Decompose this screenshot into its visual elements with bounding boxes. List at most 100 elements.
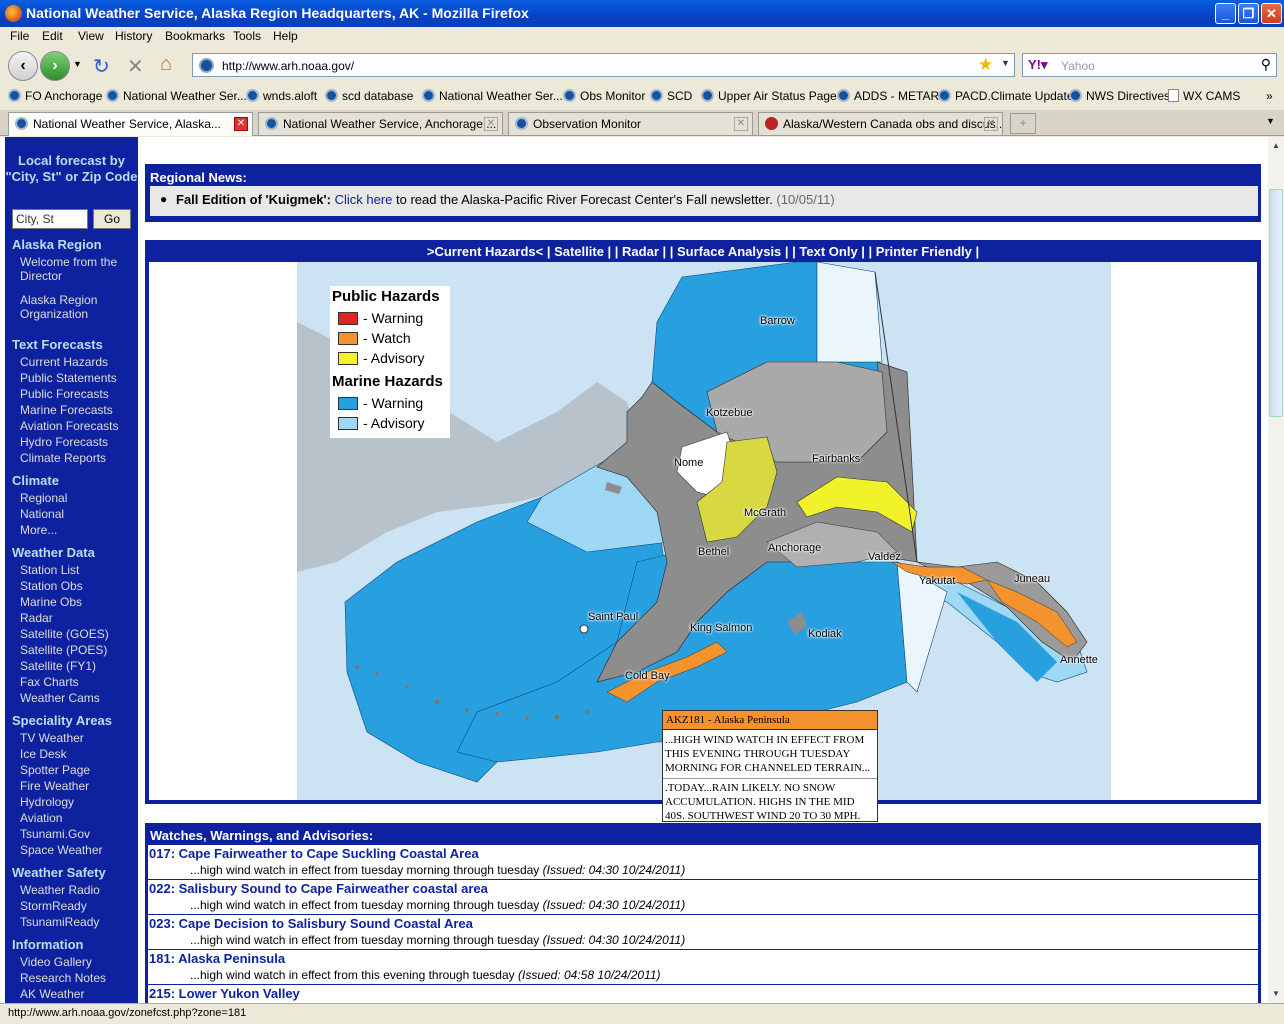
sidebar-link[interactable]: National bbox=[20, 507, 135, 521]
wwa-area-link[interactable]: 022: Salisbury Sound to Cape Fairweather… bbox=[149, 881, 488, 896]
sidebar-link[interactable]: Welcome from the Director bbox=[20, 255, 135, 283]
menu-edit[interactable]: Edit bbox=[42, 29, 63, 43]
tab-close-icon[interactable]: ✕ bbox=[734, 117, 748, 131]
sidebar-link[interactable]: AK Weather Information Line bbox=[20, 987, 135, 1003]
scroll-thumb[interactable] bbox=[1269, 189, 1283, 417]
scroll-up-icon[interactable]: ▲ bbox=[1269, 139, 1283, 153]
search-magnifier-icon[interactable]: ⚲ bbox=[1261, 56, 1271, 73]
wwa-area-link[interactable]: 181: Alaska Peninsula bbox=[149, 951, 285, 966]
sidebar-link[interactable]: Public Forecasts bbox=[20, 387, 135, 401]
forward-button[interactable]: › bbox=[40, 51, 70, 81]
sidebar-link[interactable]: Regional bbox=[20, 491, 135, 505]
city-input[interactable]: City, St bbox=[12, 209, 88, 229]
address-bar[interactable]: http://www.arh.noaa.gov/ ★ ▼ bbox=[192, 53, 1015, 77]
tab-close-icon[interactable]: ✕ bbox=[984, 117, 998, 131]
bookmark-label: Obs Monitor bbox=[580, 89, 646, 103]
stop-icon[interactable]: ✕ bbox=[127, 54, 144, 79]
menu-help[interactable]: Help bbox=[273, 29, 298, 43]
bookmark-item[interactable]: National Weather Ser... bbox=[422, 89, 563, 103]
sidebar-link[interactable]: Fire Weather bbox=[20, 779, 135, 793]
sidebar-link[interactable]: Current Hazards bbox=[20, 355, 135, 369]
menu-tools[interactable]: Tools bbox=[233, 29, 261, 43]
search-input[interactable]: Yahoo bbox=[1061, 59, 1095, 73]
bookmark-star-icon[interactable]: ★ bbox=[978, 55, 993, 75]
sidebar-link[interactable]: Research Notes bbox=[20, 971, 135, 985]
sidebar-link[interactable]: More... bbox=[20, 523, 135, 537]
bookmark-item[interactable]: NWS Directives bbox=[1069, 89, 1170, 103]
bookmark-item[interactable]: Upper Air Status Page bbox=[701, 89, 837, 103]
search-box[interactable]: Y!▾ Yahoo ⚲ bbox=[1022, 53, 1277, 77]
tab-list-icon[interactable]: ▼ bbox=[1266, 116, 1275, 126]
sidebar-link[interactable]: Radar bbox=[20, 611, 135, 625]
sidebar-link[interactable]: Station List bbox=[20, 563, 135, 577]
sidebar-link[interactable]: Station Obs bbox=[20, 579, 135, 593]
news-link[interactable]: Click here bbox=[335, 192, 393, 207]
tab-item[interactable]: National Weather Service, Anchorage ... … bbox=[258, 112, 503, 135]
wwa-area-link[interactable]: 023: Cape Decision to Salisbury Sound Co… bbox=[149, 916, 473, 931]
sidebar-link[interactable]: Marine Obs bbox=[20, 595, 135, 609]
page-scrollbar[interactable]: ▲ ▼ bbox=[1268, 137, 1284, 1003]
close-window-button[interactable]: ✕ bbox=[1261, 3, 1282, 24]
tab-close-icon[interactable]: ✕ bbox=[484, 117, 498, 131]
bookmark-item[interactable]: National Weather Ser... bbox=[106, 89, 247, 103]
wwa-area-link[interactable]: 017: Cape Fairweather to Cape Suckling C… bbox=[149, 846, 479, 861]
sidebar-link[interactable]: Marine Forecasts bbox=[20, 403, 135, 417]
url-text[interactable]: http://www.arh.noaa.gov/ bbox=[222, 59, 354, 73]
menu-view[interactable]: View bbox=[78, 29, 104, 43]
reload-icon[interactable]: ↻ bbox=[93, 54, 110, 79]
sidebar-link[interactable]: Fax Charts bbox=[20, 675, 135, 689]
go-button[interactable]: Go bbox=[93, 209, 131, 229]
bookmarks-overflow-icon[interactable]: » bbox=[1266, 89, 1273, 103]
place-label-saint-paul: Saint Paul bbox=[588, 611, 639, 623]
sidebar-link[interactable]: Satellite (GOES) bbox=[20, 627, 135, 641]
tab-item[interactable]: National Weather Service, Alaska... ✕ bbox=[8, 112, 253, 136]
bookmark-item[interactable]: wnds.aloft bbox=[246, 89, 317, 103]
menu-bookmarks[interactable]: Bookmarks bbox=[165, 29, 225, 43]
wwa-area-link[interactable]: 215: Lower Yukon Valley bbox=[149, 986, 300, 1001]
home-icon[interactable]: ⌂ bbox=[160, 53, 172, 76]
new-tab-button[interactable]: + bbox=[1010, 113, 1036, 134]
bookmark-item[interactable]: PACD.Climate Update bbox=[938, 89, 1074, 103]
url-dropdown-icon[interactable]: ▼ bbox=[1001, 58, 1010, 68]
sidebar-link[interactable]: Weather Cams bbox=[20, 691, 135, 705]
sidebar-link[interactable]: Satellite (POES) bbox=[20, 643, 135, 657]
sidebar-link[interactable]: Weather Radio bbox=[20, 883, 135, 897]
sidebar-link[interactable]: TsunamiReady bbox=[20, 915, 135, 929]
back-button[interactable]: ‹ bbox=[8, 51, 38, 81]
yahoo-icon[interactable]: Y!▾ bbox=[1028, 57, 1048, 73]
sidebar-link[interactable]: Climate Reports bbox=[20, 451, 135, 465]
tab-close-icon[interactable]: ✕ bbox=[234, 117, 248, 131]
sidebar-link[interactable]: Hydrology bbox=[20, 795, 135, 809]
sidebar-link[interactable]: Hydro Forecasts bbox=[20, 435, 135, 449]
tab-label: National Weather Service, Alaska... bbox=[33, 117, 221, 131]
sidebar-link[interactable]: Aviation bbox=[20, 811, 135, 825]
sidebar-link[interactable]: Space Weather bbox=[20, 843, 135, 857]
bookmark-item[interactable]: SCD bbox=[650, 89, 692, 103]
bookmark-icon bbox=[837, 89, 850, 102]
menu-history[interactable]: History bbox=[115, 29, 152, 43]
sidebar-link[interactable]: Public Statements bbox=[20, 371, 135, 385]
bookmark-item[interactable]: scd database bbox=[325, 89, 413, 103]
bookmark-item[interactable]: ADDS - METARs bbox=[837, 89, 945, 103]
menu-file[interactable]: File bbox=[10, 29, 29, 43]
bookmark-item[interactable]: Obs Monitor bbox=[563, 89, 645, 103]
map-view-links[interactable]: >Current Hazards< | Satellite | | Radar … bbox=[145, 244, 1261, 259]
maximize-button[interactable]: ❐ bbox=[1238, 3, 1259, 24]
sidebar-link[interactable]: Spotter Page bbox=[20, 763, 135, 777]
tab-item[interactable]: Observation Monitor ✕ bbox=[508, 112, 753, 135]
sidebar-link[interactable]: StormReady bbox=[20, 899, 135, 913]
sidebar-link[interactable]: Tsunami.Gov bbox=[20, 827, 135, 841]
sidebar-link[interactable]: Video Gallery bbox=[20, 955, 135, 969]
news-item-text: to read the Alaska-Pacific River Forecas… bbox=[396, 192, 773, 207]
bookmark-item[interactable]: FO Anchorage bbox=[8, 89, 102, 103]
tab-item[interactable]: Alaska/Western Canada obs and discus... … bbox=[758, 112, 1003, 135]
history-dropdown-icon[interactable]: ▼ bbox=[73, 59, 82, 69]
sidebar-link[interactable]: Aviation Forecasts bbox=[20, 419, 135, 433]
minimize-button[interactable]: _ bbox=[1215, 3, 1236, 24]
sidebar-link[interactable]: Alaska Region Organization bbox=[20, 293, 135, 321]
sidebar-link[interactable]: Satellite (FY1) bbox=[20, 659, 135, 673]
sidebar-link[interactable]: Ice Desk bbox=[20, 747, 135, 761]
sidebar-link[interactable]: TV Weather bbox=[20, 731, 135, 745]
bookmark-item[interactable]: WX CAMS bbox=[1168, 89, 1240, 103]
scroll-down-icon[interactable]: ▼ bbox=[1269, 987, 1283, 1001]
